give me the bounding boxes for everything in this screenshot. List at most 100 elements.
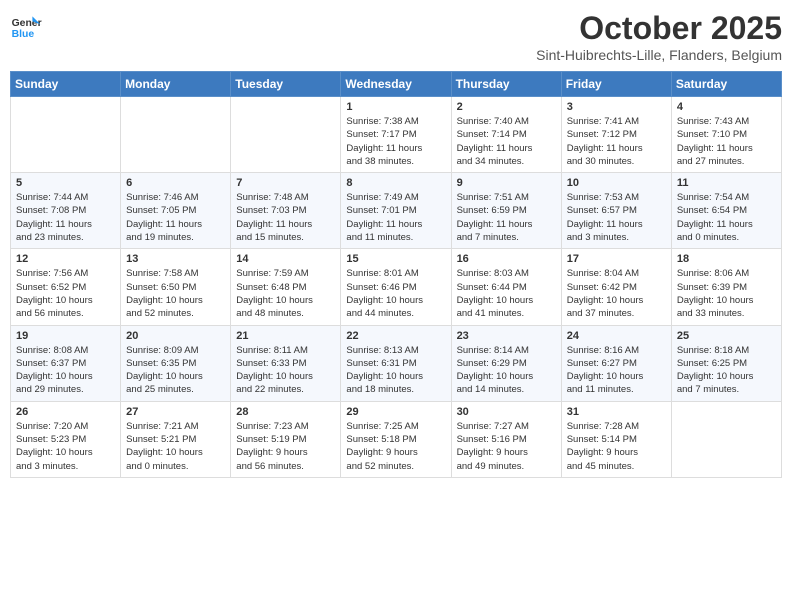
calendar-empty-cell: [11, 97, 121, 173]
day-info: Sunrise: 7:53 AM Sunset: 6:57 PM Dayligh…: [567, 191, 666, 244]
weekday-header-monday: Monday: [121, 72, 231, 97]
day-info: Sunrise: 8:04 AM Sunset: 6:42 PM Dayligh…: [567, 267, 666, 320]
calendar-day-9: 9 Sunrise: 7:51 AM Sunset: 6:59 PM Daylig…: [451, 173, 561, 249]
weekday-header-sunday: Sunday: [11, 72, 121, 97]
calendar-empty-cell: [121, 97, 231, 173]
calendar-day-3: 3 Sunrise: 7:41 AM Sunset: 7:12 PM Daylig…: [561, 97, 671, 173]
logo: General Blue: [10, 10, 42, 42]
day-number: 25: [677, 330, 776, 342]
calendar-day-26: 26 Sunrise: 7:20 AM Sunset: 5:23 PM Dayli…: [11, 401, 121, 477]
svg-text:General: General: [12, 18, 42, 29]
day-number: 27: [126, 406, 225, 418]
calendar-day-29: 29Sunrise: 7:25 AM Sunset: 5:18 PM Dayli…: [341, 401, 451, 477]
day-info: Sunrise: 7:38 AM Sunset: 7:17 PM Dayligh…: [346, 115, 445, 168]
day-info: Sunrise: 8:11 AM Sunset: 6:33 PM Dayligh…: [236, 344, 335, 397]
day-info: Sunrise: 7:58 AM Sunset: 6:50 PM Dayligh…: [126, 267, 225, 320]
calendar-week-row: 1 Sunrise: 7:38 AM Sunset: 7:17 PM Daylig…: [11, 97, 782, 173]
calendar-day-28: 28 Sunrise: 7:23 AM Sunset: 5:19 PM Dayli…: [231, 401, 341, 477]
day-number: 1: [346, 101, 445, 113]
calendar-day-12: 12Sunrise: 7:56 AM Sunset: 6:52 PM Dayli…: [11, 249, 121, 325]
calendar-day-15: 15 Sunrise: 8:01 AM Sunset: 6:46 PM Dayli…: [341, 249, 451, 325]
day-number: 9: [457, 177, 556, 189]
day-info: Sunrise: 7:43 AM Sunset: 7:10 PM Dayligh…: [677, 115, 776, 168]
day-number: 7: [236, 177, 335, 189]
calendar-day-25: 25 Sunrise: 8:18 AM Sunset: 6:25 PM Dayli…: [671, 325, 781, 401]
calendar-day-24: 24Sunrise: 8:16 AM Sunset: 6:27 PM Dayli…: [561, 325, 671, 401]
weekday-header-friday: Friday: [561, 72, 671, 97]
day-number: 21: [236, 330, 335, 342]
day-number: 22: [346, 330, 445, 342]
day-info: Sunrise: 8:03 AM Sunset: 6:44 PM Dayligh…: [457, 267, 556, 320]
calendar-day-6: 6Sunrise: 7:46 AM Sunset: 7:05 PM Daylig…: [121, 173, 231, 249]
day-info: Sunrise: 7:23 AM Sunset: 5:19 PM Dayligh…: [236, 420, 335, 473]
day-info: Sunrise: 7:46 AM Sunset: 7:05 PM Dayligh…: [126, 191, 225, 244]
day-info: Sunrise: 7:40 AM Sunset: 7:14 PM Dayligh…: [457, 115, 556, 168]
day-number: 3: [567, 101, 666, 113]
day-info: Sunrise: 7:51 AM Sunset: 6:59 PM Dayligh…: [457, 191, 556, 244]
day-number: 23: [457, 330, 556, 342]
calendar-day-7: 7 Sunrise: 7:48 AM Sunset: 7:03 PM Daylig…: [231, 173, 341, 249]
day-number: 28: [236, 406, 335, 418]
day-info: Sunrise: 8:08 AM Sunset: 6:37 PM Dayligh…: [16, 344, 115, 397]
day-info: Sunrise: 8:09 AM Sunset: 6:35 PM Dayligh…: [126, 344, 225, 397]
day-info: Sunrise: 7:48 AM Sunset: 7:03 PM Dayligh…: [236, 191, 335, 244]
day-number: 29: [346, 406, 445, 418]
weekday-header-wednesday: Wednesday: [341, 72, 451, 97]
day-info: Sunrise: 8:13 AM Sunset: 6:31 PM Dayligh…: [346, 344, 445, 397]
day-number: 26: [16, 406, 115, 418]
day-number: 18: [677, 253, 776, 265]
calendar-day-23: 23 Sunrise: 8:14 AM Sunset: 6:29 PM Dayli…: [451, 325, 561, 401]
day-number: 2: [457, 101, 556, 113]
day-number: 10: [567, 177, 666, 189]
calendar-day-19: 19Sunrise: 8:08 AM Sunset: 6:37 PM Dayli…: [11, 325, 121, 401]
day-info: Sunrise: 7:41 AM Sunset: 7:12 PM Dayligh…: [567, 115, 666, 168]
header: General Blue October 2025 Sint-Huibrecht…: [10, 10, 782, 63]
day-info: Sunrise: 8:14 AM Sunset: 6:29 PM Dayligh…: [457, 344, 556, 397]
day-info: Sunrise: 7:20 AM Sunset: 5:23 PM Dayligh…: [16, 420, 115, 473]
calendar-day-13: 13 Sunrise: 7:58 AM Sunset: 6:50 PM Dayli…: [121, 249, 231, 325]
day-number: 14: [236, 253, 335, 265]
calendar-day-5: 5Sunrise: 7:44 AM Sunset: 7:08 PM Daylig…: [11, 173, 121, 249]
day-info: Sunrise: 7:59 AM Sunset: 6:48 PM Dayligh…: [236, 267, 335, 320]
calendar-day-31: 31Sunrise: 7:28 AM Sunset: 5:14 PM Dayli…: [561, 401, 671, 477]
day-number: 16: [457, 253, 556, 265]
weekday-header-saturday: Saturday: [671, 72, 781, 97]
weekday-header-tuesday: Tuesday: [231, 72, 341, 97]
day-number: 30: [457, 406, 556, 418]
calendar-day-2: 2 Sunrise: 7:40 AM Sunset: 7:14 PM Daylig…: [451, 97, 561, 173]
calendar-empty-cell: [231, 97, 341, 173]
day-number: 17: [567, 253, 666, 265]
day-number: 13: [126, 253, 225, 265]
day-number: 20: [126, 330, 225, 342]
calendar-day-8: 8 Sunrise: 7:49 AM Sunset: 7:01 PM Daylig…: [341, 173, 451, 249]
day-info: Sunrise: 8:18 AM Sunset: 6:25 PM Dayligh…: [677, 344, 776, 397]
day-info: Sunrise: 7:21 AM Sunset: 5:21 PM Dayligh…: [126, 420, 225, 473]
calendar-table: SundayMondayTuesdayWednesdayThursdayFrid…: [10, 71, 782, 478]
calendar-week-row: 26 Sunrise: 7:20 AM Sunset: 5:23 PM Dayli…: [11, 401, 782, 477]
calendar-day-22: 22 Sunrise: 8:13 AM Sunset: 6:31 PM Dayli…: [341, 325, 451, 401]
calendar-day-11: 11Sunrise: 7:54 AM Sunset: 6:54 PM Dayli…: [671, 173, 781, 249]
calendar-week-row: 19Sunrise: 8:08 AM Sunset: 6:37 PM Dayli…: [11, 325, 782, 401]
day-number: 8: [346, 177, 445, 189]
weekday-header-thursday: Thursday: [451, 72, 561, 97]
calendar-day-4: 4 Sunrise: 7:43 AM Sunset: 7:10 PM Daylig…: [671, 97, 781, 173]
day-info: Sunrise: 8:06 AM Sunset: 6:39 PM Dayligh…: [677, 267, 776, 320]
calendar-day-10: 10 Sunrise: 7:53 AM Sunset: 6:57 PM Dayli…: [561, 173, 671, 249]
svg-text:Blue: Blue: [12, 29, 35, 40]
calendar-day-27: 27 Sunrise: 7:21 AM Sunset: 5:21 PM Dayli…: [121, 401, 231, 477]
calendar-day-30: 30Sunrise: 7:27 AM Sunset: 5:16 PM Dayli…: [451, 401, 561, 477]
day-number: 4: [677, 101, 776, 113]
calendar-empty-cell: [671, 401, 781, 477]
calendar-day-18: 18 Sunrise: 8:06 AM Sunset: 6:39 PM Dayli…: [671, 249, 781, 325]
subtitle: Sint-Huibrechts-Lille, Flanders, Belgium: [536, 47, 782, 63]
day-info: Sunrise: 7:28 AM Sunset: 5:14 PM Dayligh…: [567, 420, 666, 473]
calendar-day-17: 17 Sunrise: 8:04 AM Sunset: 6:42 PM Dayli…: [561, 249, 671, 325]
day-info: Sunrise: 7:56 AM Sunset: 6:52 PM Dayligh…: [16, 267, 115, 320]
calendar-day-14: 14 Sunrise: 7:59 AM Sunset: 6:48 PM Dayli…: [231, 249, 341, 325]
day-info: Sunrise: 7:49 AM Sunset: 7:01 PM Dayligh…: [346, 191, 445, 244]
day-number: 15: [346, 253, 445, 265]
logo-icon: General Blue: [10, 10, 42, 42]
calendar-week-row: 5Sunrise: 7:44 AM Sunset: 7:08 PM Daylig…: [11, 173, 782, 249]
calendar-day-21: 21 Sunrise: 8:11 AM Sunset: 6:33 PM Dayli…: [231, 325, 341, 401]
day-info: Sunrise: 8:01 AM Sunset: 6:46 PM Dayligh…: [346, 267, 445, 320]
